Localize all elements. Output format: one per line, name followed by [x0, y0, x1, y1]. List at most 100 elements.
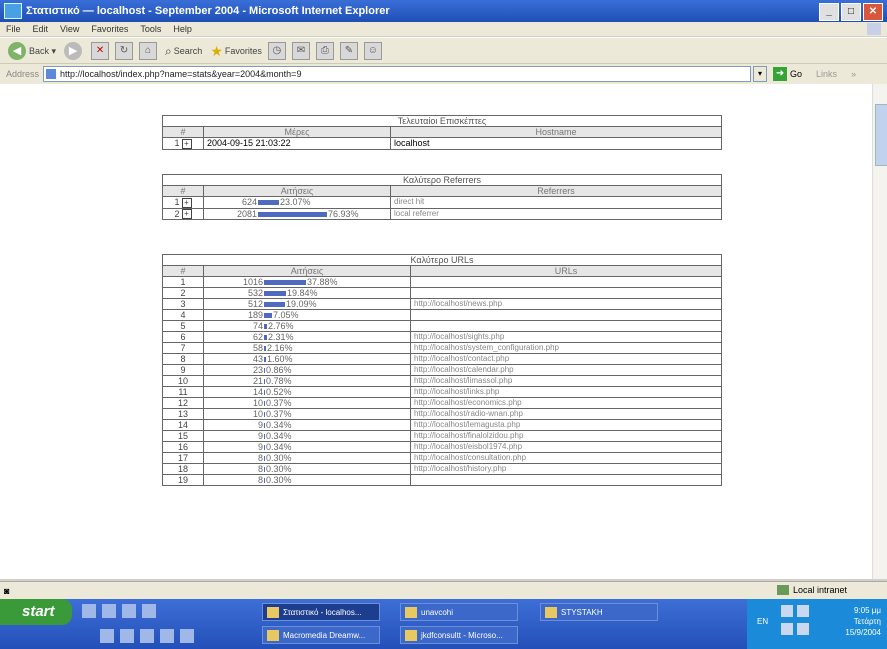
url-link[interactable]: http://localhost/contact.php [410, 353, 722, 365]
history-icon[interactable]: ◷ [267, 42, 286, 60]
table-row: 7 58 2.16% http://localhost/system_configur… [162, 342, 722, 354]
hit-percent: 0.78% [266, 376, 292, 386]
ie-quicklaunch-icon[interactable] [102, 604, 116, 618]
url-link[interactable]: http://localhost/radio-wnan.php [410, 408, 722, 420]
language-indicator[interactable]: EN [757, 617, 768, 626]
url-link [410, 474, 722, 486]
app-icon[interactable] [120, 629, 134, 643]
print-icon[interactable]: ⎙ [315, 42, 334, 60]
menu-help[interactable]: Help [173, 24, 192, 34]
url-link[interactable]: http://localhost/sights.php [410, 331, 722, 343]
hit-bar [264, 456, 265, 462]
maximize-button[interactable]: □ [841, 3, 861, 21]
favorites-button[interactable]: ★ Favorites [210, 43, 262, 60]
task-word[interactable]: jkdfconsultt - Microso... [400, 626, 518, 644]
url-link[interactable]: http://localhost/history.php [410, 463, 722, 475]
visitors-col-date: Μέρες [203, 126, 391, 138]
hit-percent: 0.34% [266, 442, 292, 452]
app-icon[interactable] [100, 629, 114, 643]
clock-time: 9:05 μμ [853, 606, 881, 615]
app-icon[interactable] [140, 629, 154, 643]
row-number: 13 [177, 409, 188, 419]
mail-icon[interactable]: ✉ [291, 42, 310, 60]
referrers-table: Καλύτερο Referrers # Αιτήσεις Referrers … [162, 174, 722, 221]
hit-percent: 7.05% [273, 310, 299, 320]
scroll-thumb[interactable] [875, 104, 887, 166]
url-link[interactable]: http://localhost/eisbol1974.php [410, 441, 722, 453]
app-icon[interactable] [160, 629, 174, 643]
task-folder-2[interactable]: STYSTAKH [540, 603, 658, 621]
tray-icon[interactable] [781, 605, 793, 617]
hit-bar [264, 467, 265, 473]
tray-icon[interactable] [781, 623, 793, 635]
back-arrow-icon: ◀ [8, 42, 26, 60]
menu-edit[interactable]: Edit [33, 24, 49, 34]
hit-percent: 2.31% [268, 332, 294, 342]
url-link[interactable]: http://localhost/economics.php [410, 397, 722, 409]
address-input[interactable]: http://localhost/index.php?name=stats&ye… [43, 66, 752, 82]
links-chevron-icon[interactable]: » [851, 69, 856, 79]
visitors-table: Τελευταίοι Επισκέπτες # Μέρες Hostname 1… [162, 115, 722, 150]
stop-icon[interactable]: ✕ [91, 42, 110, 60]
tray-icon[interactable] [797, 623, 809, 635]
vertical-scrollbar[interactable] [872, 84, 887, 579]
media-icon[interactable] [142, 604, 156, 618]
expand-icon[interactable]: + [181, 209, 192, 220]
row-number: 1 [174, 138, 180, 148]
close-button[interactable]: ✕ [863, 3, 883, 21]
hit-bar [264, 401, 265, 407]
task-folder[interactable]: unavcohi [400, 603, 518, 621]
refresh-icon[interactable]: ↻ [115, 42, 134, 60]
messenger-icon[interactable]: ☺ [363, 42, 382, 60]
back-dropdown-icon[interactable]: ▾ [49, 46, 57, 57]
links-label[interactable]: Links [816, 69, 837, 79]
favorites-star-icon: ★ [210, 42, 223, 59]
url-link[interactable]: http://localhost/lemagusta.php [410, 419, 722, 431]
menu-view[interactable]: View [60, 24, 79, 34]
menu-file[interactable]: File [6, 24, 21, 34]
clock[interactable]: 9:05 μμ Τετάρτη 15/9/2004 [845, 605, 881, 638]
hit-count: 62 [252, 332, 263, 342]
expand-icon[interactable]: + [181, 197, 192, 208]
minimize-button[interactable]: _ [819, 3, 839, 21]
hit-bar [264, 434, 265, 440]
url-link[interactable]: http://localhost/limassol.php [410, 375, 722, 387]
back-button[interactable]: ◀ Back ▾ [8, 42, 56, 60]
edit-icon[interactable]: ✎ [339, 42, 358, 60]
hit-count: 74 [252, 321, 263, 331]
hit-count: 9 [257, 420, 263, 430]
url-link[interactable]: http://localhost/links.php [410, 386, 722, 398]
favorites-label: Favorites [224, 46, 262, 56]
go-button[interactable]: ➜ Go [773, 67, 802, 81]
row-number: 18 [177, 464, 188, 474]
hit-bar [264, 357, 266, 363]
home-icon[interactable]: ⌂ [139, 42, 158, 60]
start-button[interactable]: start [0, 599, 72, 625]
desktop-icon[interactable] [82, 604, 96, 618]
address-dropdown-icon[interactable]: ▾ [753, 66, 768, 82]
app-icon[interactable] [180, 629, 194, 643]
url-link [410, 287, 722, 299]
hit-count: 8 [257, 464, 263, 474]
url-link[interactable]: http://localhost/system_configuration.ph… [410, 342, 722, 354]
forward-button[interactable]: ▶ [64, 42, 85, 60]
url-link[interactable]: http://localhost/calendar.php [410, 364, 722, 376]
go-label: Go [790, 69, 803, 79]
explorer-icon[interactable] [122, 604, 136, 618]
row-number: 16 [177, 442, 188, 452]
url-link[interactable]: http://localhost/consultation.php [410, 452, 722, 464]
expand-icon[interactable]: + [181, 138, 192, 149]
url-link[interactable]: http://localhost/finalolzidou.php [410, 430, 722, 442]
urls-col-hits: Αιτήσεις [203, 265, 411, 277]
zone-label: Local intranet [792, 585, 847, 595]
tray-icon[interactable] [797, 605, 809, 617]
search-button[interactable]: ⌕ Search [165, 44, 202, 59]
task-stats-window[interactable]: Στατιστικό - localhos... [262, 603, 380, 621]
url-link[interactable]: http://localhost/news.php [410, 298, 722, 310]
menu-tools[interactable]: Tools [140, 24, 161, 34]
menu-favorites[interactable]: Favorites [91, 24, 128, 34]
task-dreamweaver[interactable]: Macromedia Dreamw... [262, 626, 380, 644]
hit-bar [264, 280, 306, 286]
table-row: 3 512 19.09% http://localhost/news.php [162, 298, 722, 310]
referrers-col-num: # [162, 185, 204, 197]
